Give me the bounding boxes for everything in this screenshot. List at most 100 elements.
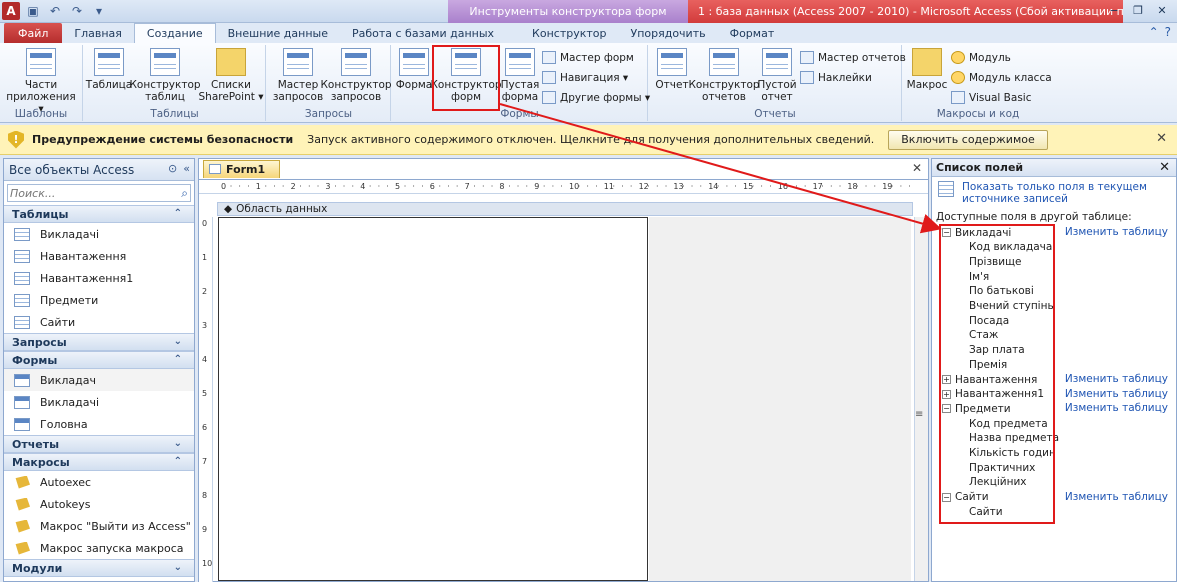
ribbon-tabs: Файл Главная Создание Внешние данные Раб… (0, 23, 1177, 43)
navigation-button[interactable]: Навигация ▾ (542, 71, 628, 84)
tab-external-data[interactable]: Внешние данные (216, 23, 340, 43)
ruler-tick: · (308, 182, 311, 191)
splitter-icon[interactable]: ≡ (915, 409, 923, 420)
vertical-scrollbar[interactable] (914, 217, 928, 581)
quick-access-toolbar: A ▣ ↶ ↷ ▾ (2, 2, 108, 20)
close-warning-icon[interactable]: ✕ (1156, 131, 1167, 146)
form-design-grid[interactable] (218, 217, 648, 581)
report-button[interactable]: Отчет (653, 48, 691, 91)
close-icon[interactable]: ✕ (1151, 2, 1173, 18)
list-item[interactable]: Навантаження (4, 245, 194, 267)
tab-arrange[interactable]: Упорядочить (619, 23, 718, 43)
document-tab-form1[interactable]: Form1 (203, 160, 281, 178)
list-item[interactable]: Autoexec (4, 471, 194, 493)
undo-icon[interactable]: ↶ (46, 2, 64, 20)
table-designer-button[interactable]: Конструктор таблиц (129, 48, 201, 103)
section-arrow-icon: ◆ (224, 203, 233, 215)
show-only-current-fields-link[interactable]: Показать только поля в текущем источнике… (962, 181, 1172, 205)
list-item[interactable]: Сайти (4, 311, 194, 333)
list-item[interactable]: Навантаження1 (4, 267, 194, 289)
list-item[interactable]: Autokeys (4, 493, 194, 515)
nav-category-macros[interactable]: Макросы ⌃ (4, 453, 194, 471)
ruler-tick: · (377, 182, 381, 191)
ruler-tick: · (516, 182, 520, 191)
table-button[interactable]: Таблица (86, 48, 132, 91)
blank-report-button[interactable]: Пустой отчет (755, 48, 799, 103)
blank-form-button[interactable]: Пустая форма (500, 48, 540, 103)
sharepoint-lists-button[interactable]: Списки SharePoint ▾ (198, 48, 264, 103)
query-designer-button[interactable]: Конструктор запросов (320, 48, 392, 103)
other-forms-icon (542, 91, 556, 104)
restore-icon[interactable]: ❐ (1127, 2, 1149, 18)
ruler-tick: · (864, 182, 868, 191)
nav-category-reports[interactable]: Отчеты ⌄ (4, 435, 194, 453)
save-icon[interactable]: ▣ (24, 2, 42, 20)
nav-category-queries[interactable]: Запросы ⌄ (4, 333, 194, 351)
module-button[interactable]: Модуль (951, 51, 1011, 64)
form-designer-button[interactable]: Конструктор форм (430, 45, 502, 111)
nav-category-tables[interactable]: Таблицы ⌃ (4, 205, 194, 223)
ruler-tick: 9 (202, 525, 208, 534)
form-designer-icon (451, 48, 481, 76)
edit-table-link[interactable]: Изменить таблицу (1065, 491, 1168, 503)
edit-table-link[interactable]: Изменить таблицу (1065, 226, 1168, 238)
tab-file[interactable]: Файл (4, 23, 63, 43)
close-field-list-icon[interactable]: ✕ (1159, 160, 1170, 175)
nav-search-input[interactable] (8, 186, 168, 200)
security-warning-text[interactable]: Запуск активного содержимого отключен. Щ… (307, 133, 874, 146)
list-item[interactable]: Макрос "Выйти из Access" (4, 515, 194, 537)
report-wizard-button[interactable]: Мастер отчетов (800, 51, 906, 64)
ruler-tick: · (421, 182, 424, 191)
nav-pane-header[interactable]: Все объекты Access ⊙ « (4, 159, 194, 181)
edit-table-link[interactable]: Изменить таблицу (1065, 388, 1168, 400)
enable-content-button[interactable]: Включить содержимое (888, 129, 1048, 150)
nav-category-forms[interactable]: Формы ⌃ (4, 351, 194, 369)
window-title: 1 : база данных (Access 2007 - 2010) - M… (688, 0, 1123, 23)
access-app-icon[interactable]: A (2, 2, 20, 20)
collapse-icon: ⌃ (173, 354, 182, 365)
nav-menu-icon[interactable]: ⊙ (168, 162, 177, 175)
edit-table-link[interactable]: Изменить таблицу (1065, 402, 1168, 414)
detail-section-bar[interactable]: ◆ Область данных (217, 202, 913, 216)
form-wizard-button[interactable]: Мастер форм (542, 51, 634, 64)
horizontal-ruler: 0 · · · 1 · · · 2 · · · 3 · · · 4 · · · 5 · · · 6 · · · 7 · · · 8 · · · 9 · · ·… (199, 179, 928, 194)
macro-button[interactable]: Макрос (907, 48, 947, 91)
list-item[interactable]: Викладачі (4, 391, 194, 413)
list-item[interactable]: Макрос запуска макроса (4, 537, 194, 559)
class-module-button[interactable]: Модуль класса (951, 71, 1052, 84)
tab-database-tools[interactable]: Работа с базами данных (340, 23, 506, 43)
shutter-bar-icon[interactable]: « (183, 162, 190, 175)
minimize-icon[interactable]: − (1103, 2, 1125, 18)
list-item[interactable]: Викладач (4, 369, 194, 391)
tab-format[interactable]: Формат (718, 23, 787, 43)
other-forms-button[interactable]: Другие формы ▾ (542, 91, 650, 104)
ruler-tick: 8 (499, 182, 505, 191)
form-button[interactable]: Форма (394, 48, 434, 91)
report-designer-button[interactable]: Конструктор отчетов (688, 48, 760, 103)
ruler-tick: · (473, 182, 476, 191)
tab-home[interactable]: Главная (62, 23, 134, 43)
labels-button[interactable]: Наклейки (800, 71, 872, 84)
minimize-ribbon-icon[interactable]: ⌃ (1149, 25, 1159, 39)
close-document-icon[interactable]: ✕ (912, 161, 922, 175)
list-item[interactable]: Предмети (4, 289, 194, 311)
customize-qat-icon[interactable]: ▾ (90, 2, 108, 20)
ruler-tick: · (690, 182, 694, 191)
search-icon[interactable]: ⌕ (181, 186, 188, 201)
security-warning-title: Предупреждение системы безопасности (32, 133, 294, 146)
tab-design[interactable]: Конструктор (520, 23, 618, 43)
nav-category-modules[interactable]: Модули ⌄ (4, 559, 194, 577)
nav-search-box: ⌕ (7, 184, 191, 202)
list-item[interactable]: Викладачі (4, 223, 194, 245)
form-icon (14, 373, 30, 387)
edit-table-link[interactable]: Изменить таблицу (1065, 373, 1168, 385)
list-item[interactable]: Головна (4, 413, 194, 435)
application-parts-button[interactable]: Части приложения ▾ (4, 48, 78, 115)
redo-icon[interactable]: ↷ (68, 2, 86, 20)
tab-create[interactable]: Создание (133, 23, 216, 43)
macro-icon (15, 497, 30, 511)
query-wizard-button[interactable]: Мастер запросов (271, 48, 325, 103)
help-icon[interactable]: ? (1165, 25, 1171, 39)
ruler-tick: · (725, 182, 729, 191)
visual-basic-button[interactable]: Visual Basic (951, 91, 1031, 104)
